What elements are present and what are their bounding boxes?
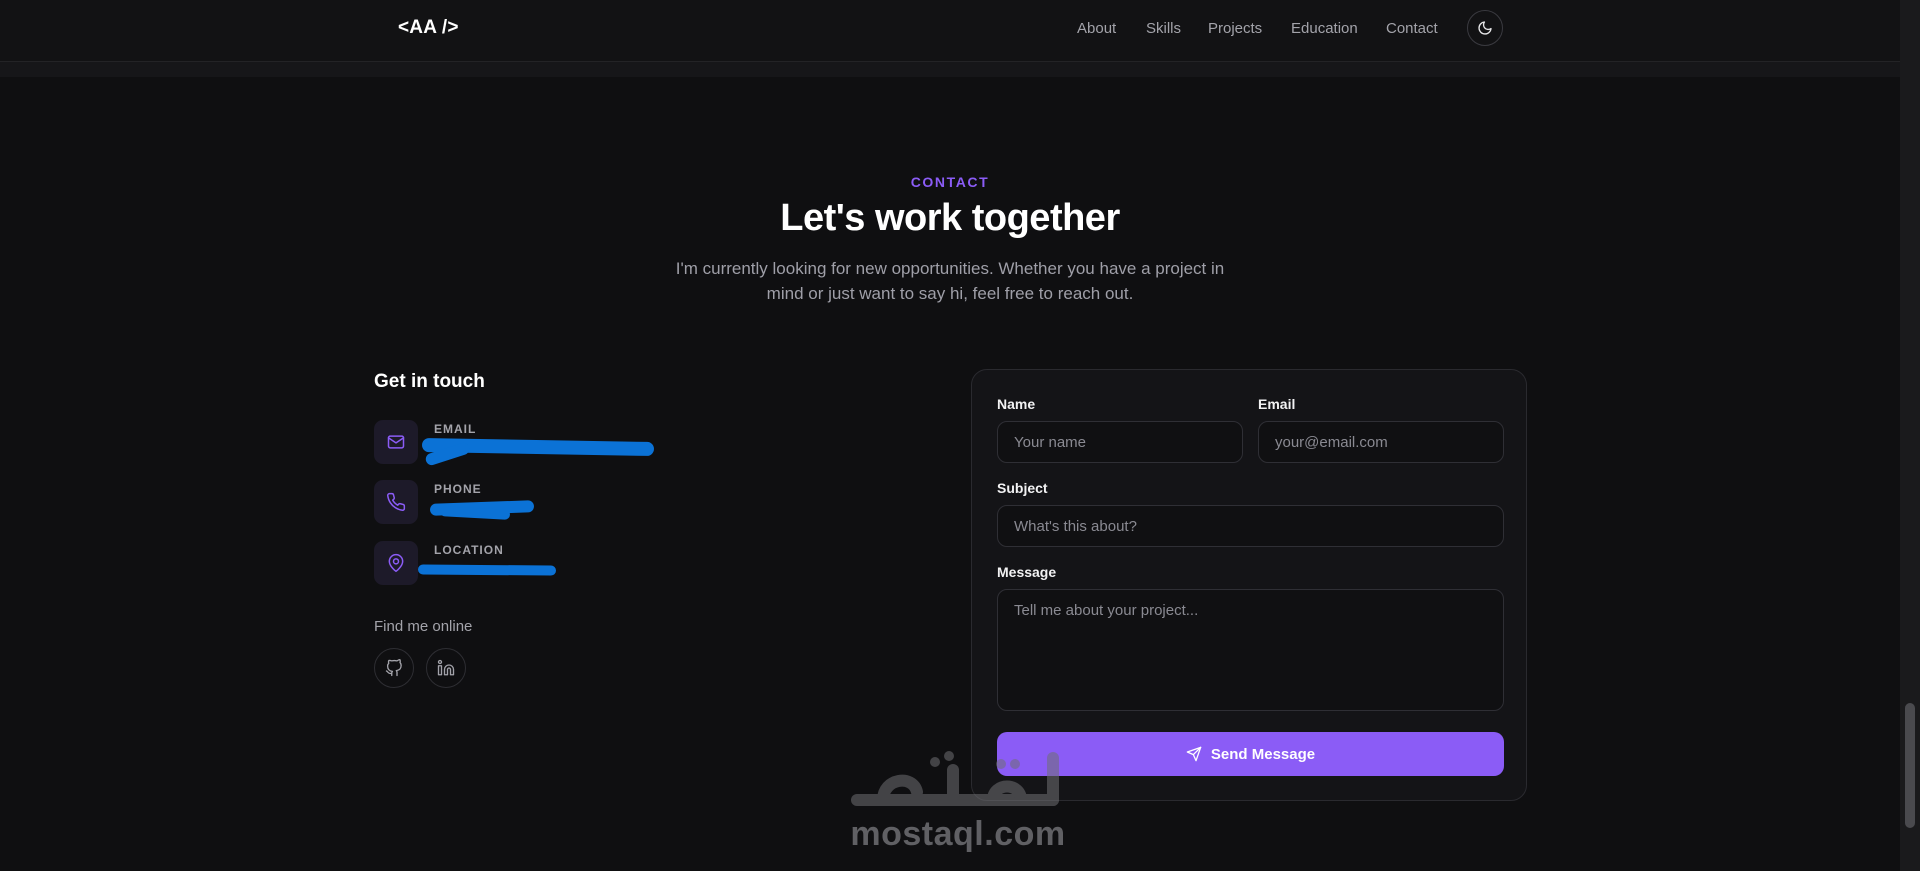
watermark-logo [851,751,1059,806]
moon-icon [1478,21,1492,35]
email-input[interactable] [1258,421,1504,463]
header-divider [0,62,1900,77]
nav-contact[interactable]: Contact [1386,20,1438,37]
redaction-mark [417,564,557,576]
message-label: Message [997,564,1057,580]
subject-input[interactable] [997,505,1504,547]
github-link[interactable] [374,648,414,688]
linkedin-icon [437,659,455,676]
name-input[interactable] [997,421,1243,463]
get-in-touch-title: Get in touch [374,371,485,392]
send-icon [1186,746,1202,762]
email-label: Email [1258,396,1296,412]
section-subtitle: I'm currently looking for new opportunit… [675,259,1225,303]
contact-form: Name Email Subject Message Send Message [971,369,1527,801]
send-message-button[interactable]: Send Message [997,732,1504,776]
phone-icon [374,480,418,524]
linkedin-link[interactable] [426,648,466,688]
theme-toggle-button[interactable] [1467,10,1503,46]
message-textarea[interactable] [997,589,1504,711]
github-icon [385,659,402,677]
nav-skills[interactable]: Skills [1146,20,1181,37]
nav-projects[interactable]: Projects [1208,20,1262,37]
subject-label: Subject [997,480,1048,496]
scrollbar-thumb[interactable] [1905,703,1915,828]
contact-email-label: EMAIL [434,422,477,436]
nav-education[interactable]: Education [1291,20,1358,37]
section-eyebrow: CONTACT [910,174,990,190]
site-header: <AA /> About Skills Projects Education C… [0,0,1900,62]
watermark-text: mostaql.com [850,815,1066,853]
page-scrollbar[interactable] [1900,0,1920,871]
site-logo[interactable]: <AA /> [398,17,459,39]
map-pin-icon [374,541,418,585]
contact-phone[interactable]: PHONE [374,480,694,524]
contact-location-label: LOCATION [434,543,504,557]
contact-phone-label: PHONE [434,482,482,496]
contact-location[interactable]: LOCATION [374,541,694,585]
nav-about[interactable]: About [1077,20,1116,37]
send-message-label: Send Message [1210,745,1316,763]
section-title: Let's work together [780,197,1120,239]
find-me-online-label: Find me online [374,618,473,635]
mail-icon [374,420,418,464]
name-label: Name [997,396,1036,412]
